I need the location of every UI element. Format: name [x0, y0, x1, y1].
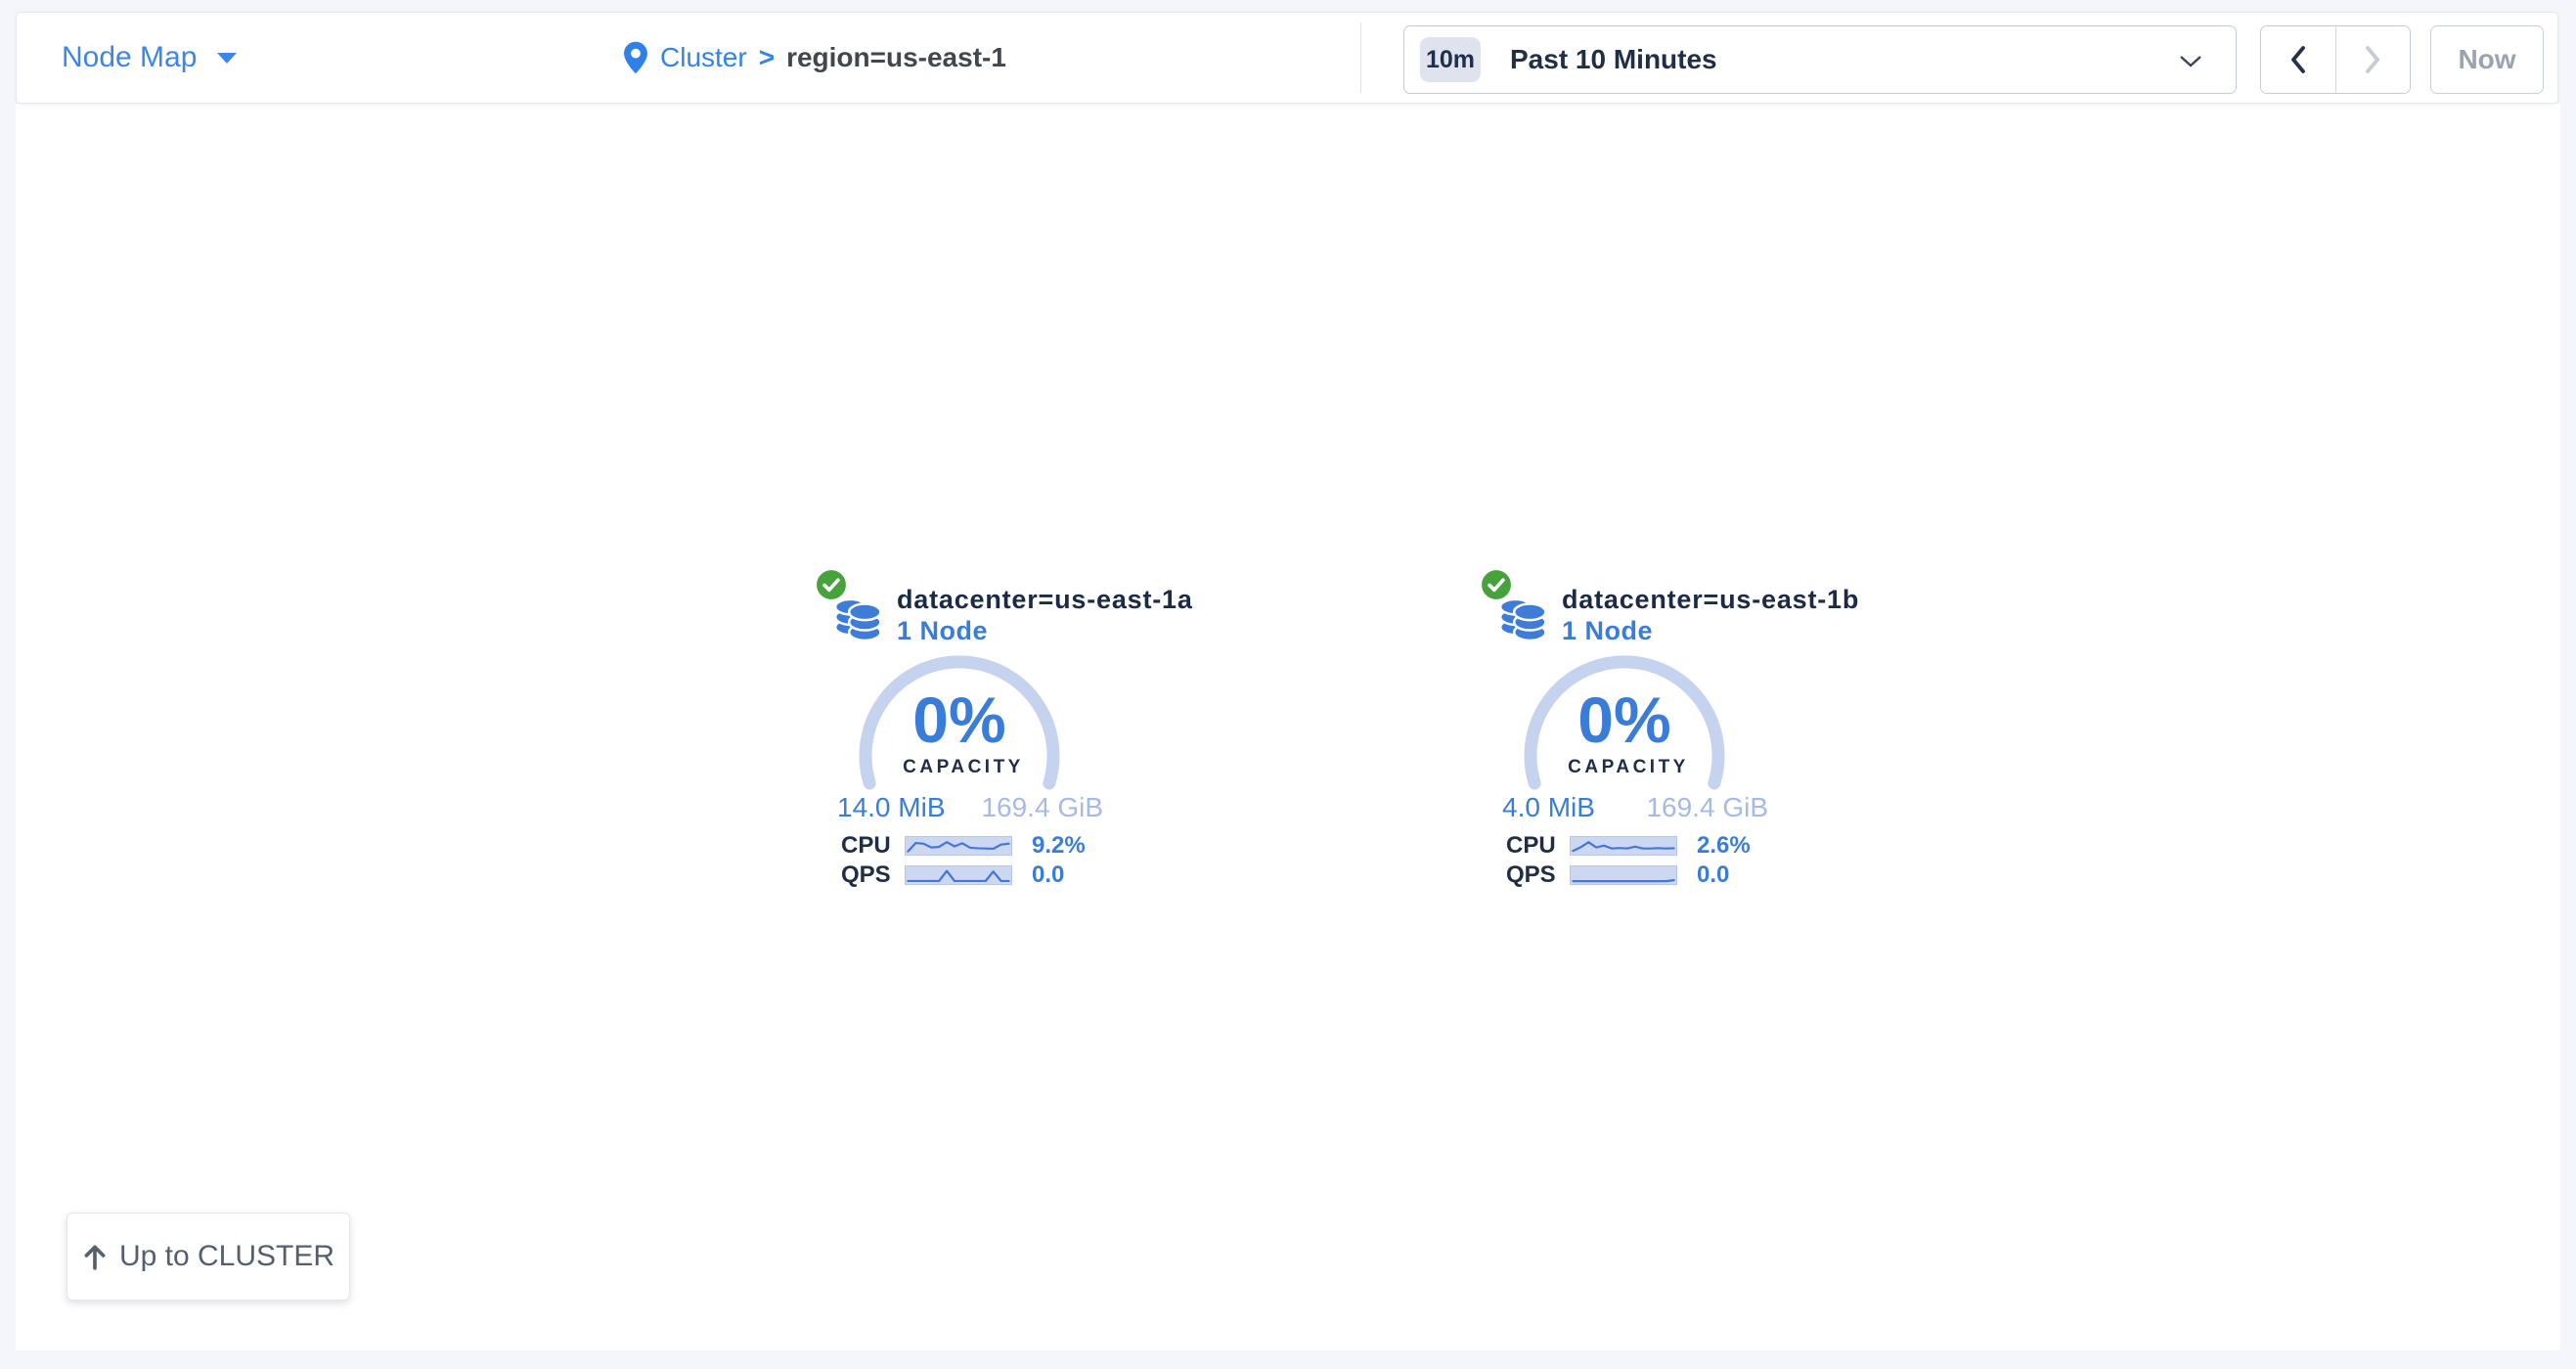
- caret-down-icon: [216, 52, 238, 65]
- qps-sparkline: [1570, 865, 1677, 885]
- metric-label-qps: QPS: [1506, 861, 1555, 889]
- datacenter-card-us-east-1b[interactable]: datacenter=us-east-1b 1 Node 0% CAPACITY…: [1467, 548, 1878, 919]
- qps-metric-row: QPS 0.0: [1506, 864, 1729, 886]
- database-stack-icon: [1499, 591, 1546, 641]
- time-nav-arrows: [2260, 25, 2411, 94]
- breadcrumb-current: region=us-east-1: [786, 42, 1006, 73]
- capacity-used: 14.0 MiB: [837, 793, 946, 822]
- datacenter-name: datacenter=us-east-1a: [897, 585, 1193, 614]
- capacity-label: CAPACITY: [903, 758, 1024, 776]
- metric-value-cpu: 9.2%: [1032, 832, 1086, 860]
- capacity-percent: 0%: [1577, 687, 1670, 752]
- top-bar: Node Map Cluster > region=us-east-1 10m …: [16, 12, 2558, 104]
- capacity-percent: 0%: [912, 687, 1005, 752]
- view-selector-label: Node Map: [62, 41, 197, 74]
- capacity-used: 4.0 MiB: [1502, 793, 1595, 822]
- datacenter-node-count: 1 Node: [897, 616, 988, 645]
- up-to-cluster-button[interactable]: Up to CLUSTER: [67, 1213, 350, 1301]
- cpu-metric-row: CPU 9.2%: [841, 835, 1086, 857]
- time-prev-button[interactable]: [2261, 26, 2336, 93]
- chevron-left-icon: [2289, 45, 2307, 74]
- breadcrumb: Cluster > region=us-east-1: [623, 13, 1006, 103]
- cpu-sparkline: [905, 836, 1012, 856]
- metric-label-cpu: CPU: [1506, 832, 1555, 860]
- metric-value-qps: 0.0: [1697, 861, 1729, 889]
- time-range-badge: 10m: [1420, 37, 1481, 82]
- view-selector-dropdown[interactable]: Node Map: [62, 13, 238, 103]
- cpu-sparkline: [1570, 836, 1677, 856]
- chevron-down-icon: [2179, 55, 2202, 68]
- datacenter-name: datacenter=us-east-1b: [1562, 585, 1859, 614]
- time-next-button[interactable]: [2336, 26, 2411, 93]
- qps-sparkline: [905, 865, 1012, 885]
- top-bar-divider: [1360, 22, 1361, 93]
- capacity-range: 4.0 MiB 169.4 GiB: [1502, 793, 1768, 822]
- time-range-dropdown[interactable]: 10m Past 10 Minutes: [1403, 25, 2237, 94]
- metric-value-qps: 0.0: [1032, 861, 1064, 889]
- capacity-total: 169.4 GiB: [1646, 793, 1768, 822]
- datacenter-node-count: 1 Node: [1562, 616, 1653, 645]
- capacity-total: 169.4 GiB: [981, 793, 1103, 822]
- arrow-up-icon: [82, 1243, 108, 1270]
- cpu-metric-row: CPU 2.6%: [1506, 835, 1751, 857]
- metric-label-qps: QPS: [841, 861, 890, 889]
- metric-label-cpu: CPU: [841, 832, 890, 860]
- breadcrumb-separator: >: [759, 42, 775, 73]
- capacity-label: CAPACITY: [1568, 758, 1689, 776]
- breadcrumb-cluster-link[interactable]: Cluster: [660, 42, 747, 73]
- now-button[interactable]: Now: [2430, 25, 2544, 94]
- metric-value-cpu: 2.6%: [1697, 832, 1751, 860]
- location-pin-icon: [623, 41, 648, 74]
- chevron-right-icon: [2364, 45, 2381, 74]
- capacity-range: 14.0 MiB 169.4 GiB: [837, 793, 1103, 822]
- datacenter-card-us-east-1a[interactable]: datacenter=us-east-1a 1 Node 0% CAPACITY…: [802, 548, 1213, 919]
- qps-metric-row: QPS 0.0: [841, 864, 1064, 886]
- node-map-canvas: [16, 104, 2560, 1350]
- up-to-cluster-label: Up to CLUSTER: [119, 1240, 334, 1273]
- node-map-page: Node Map Cluster > region=us-east-1 10m …: [0, 0, 2576, 1369]
- database-stack-icon: [834, 591, 881, 641]
- time-range-label: Past 10 Minutes: [1510, 44, 1717, 75]
